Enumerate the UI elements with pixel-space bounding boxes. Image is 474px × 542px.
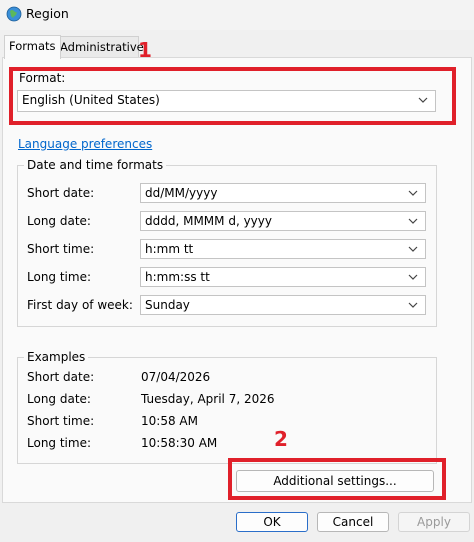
long-time-label: Long time: [27,270,92,284]
window-title: Region [26,6,69,21]
example-long-date-label: Long date: [27,392,91,406]
example-long-date-value: Tuesday, April 7, 2026 [141,392,275,406]
chevron-down-icon [407,215,419,227]
examples-title: Examples [24,350,89,364]
tab-administrative[interactable]: Administrative [55,36,144,57]
example-short-time-label: Short time: [27,414,95,428]
apply-button[interactable]: Apply [398,512,470,532]
short-date-label: Short date: [27,186,95,200]
short-date-dropdown[interactable]: dd/MM/yyyy [140,183,426,203]
example-short-time-value: 10:58 AM [141,414,198,428]
chevron-down-icon [407,271,419,283]
annotation-marker-1: 1 [138,38,152,62]
tab-formats[interactable]: Formats [4,35,61,59]
chevron-down-icon [407,299,419,311]
long-date-label: Long date: [27,214,91,228]
example-long-time-label: Long time: [27,436,92,450]
short-date-value: dd/MM/yyyy [145,186,218,200]
cancel-button[interactable]: Cancel [317,512,389,532]
long-time-dropdown[interactable]: h:mm:ss tt [140,267,426,287]
date-time-formats-title: Date and time formats [24,158,167,172]
first-day-of-week-value: Sunday [145,298,190,312]
chevron-down-icon [407,243,419,255]
title-bar: Region [0,0,474,30]
language-preferences-link[interactable]: Language preferences [18,137,152,151]
globe-icon [6,6,22,22]
short-time-dropdown[interactable]: h:mm tt [140,239,426,259]
short-time-value: h:mm tt [145,242,194,256]
long-date-value: dddd, MMMM d, yyyy [145,214,272,228]
example-short-date-value: 07/04/2026 [141,370,211,384]
long-time-value: h:mm:ss tt [145,270,210,284]
annotation-box-2 [228,458,446,500]
short-time-label: Short time: [27,242,95,256]
long-date-dropdown[interactable]: dddd, MMMM d, yyyy [140,211,426,231]
annotation-marker-2: 2 [274,427,288,451]
example-long-time-value: 10:58:30 AM [141,436,218,450]
ok-button[interactable]: OK [236,512,308,532]
first-day-of-week-dropdown[interactable]: Sunday [140,295,426,315]
example-short-date-label: Short date: [27,370,95,384]
chevron-down-icon [407,187,419,199]
annotation-box-1 [9,67,456,125]
first-day-of-week-label: First day of week: [27,298,133,312]
